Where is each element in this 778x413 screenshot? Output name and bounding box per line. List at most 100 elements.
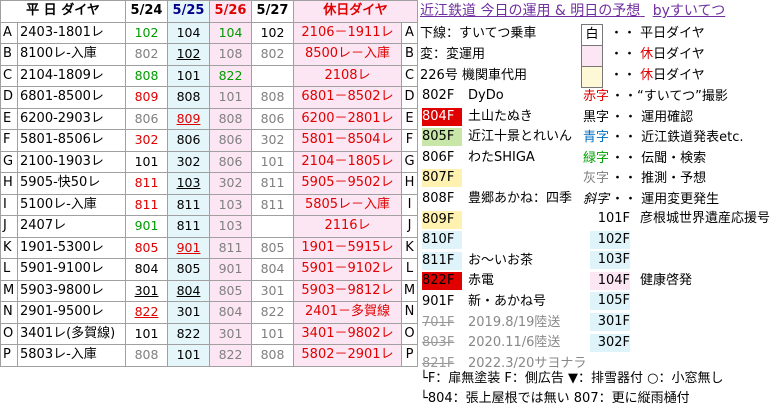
day4-cell: 808 [251, 86, 294, 109]
holiday-cell: 6801－8502レ [293, 86, 402, 109]
day3-cell: 806 [209, 129, 252, 152]
car-name: 新・あかね号 [468, 294, 547, 309]
day2-cell: 101 [167, 344, 210, 367]
color-legend-word: 青字 [583, 130, 610, 146]
legend-holiday-1-red: 休 [640, 47, 654, 62]
day3-cell: 104 [209, 21, 252, 44]
letter-cell: H [0, 172, 18, 195]
page-title: 近江鉄道 今日の運用 & 明日の予想 byすいてつ [420, 3, 725, 19]
day1-cell: 808 [125, 344, 168, 367]
day1-cell: 102 [125, 21, 168, 44]
letter-right-cell: O [401, 322, 418, 345]
train-cell: 1901-5300レ [17, 236, 126, 259]
letter-cell: E [0, 107, 18, 130]
legend-weekday: ・・ 平日ダイヤ [610, 26, 705, 41]
train-cell: 2901-9500レ [17, 301, 126, 324]
color-legend-word: 黒字 [583, 109, 610, 125]
day4-cell: 804 [251, 258, 294, 281]
car-number: 301F [590, 313, 630, 331]
day4-cell: 805 [251, 236, 294, 259]
train-cell: 8100レ-入庫 [17, 43, 126, 66]
day1-cell: 301 [125, 279, 168, 302]
day1-cell: 808 [125, 64, 168, 87]
holiday-cell: 3401－9802レ [293, 322, 402, 345]
day4-cell: 302 [251, 129, 294, 152]
day3-cell: 808 [209, 107, 252, 130]
legend-holiday-1-dots: ・・ [610, 47, 637, 62]
day1-cell: 805 [125, 236, 168, 259]
letter-right-cell: F [401, 129, 418, 152]
table-row: O 3401レ(多賀線) 101 822 301 101 3401－9802レ O [0, 322, 418, 345]
letter-right-cell: H [401, 172, 418, 195]
legend-change: 変：変運用 [420, 47, 486, 62]
holiday-cell: 2116レ [293, 215, 402, 238]
letter-right-cell: P [401, 344, 418, 367]
table-row: A 2403-1801レ 102 104 104 102 2106－1911レ A [0, 21, 418, 44]
letter-right-cell: L [401, 258, 418, 281]
day4-cell: 101 [251, 322, 294, 345]
day3-cell: 822 [209, 64, 252, 87]
day2-cell: 808 [167, 86, 210, 109]
header-row: 平 日 ダイヤ 5/24 5/25 5/26 5/27 休日ダイヤ [0, 0, 418, 23]
train-cell: 2407レ [17, 215, 126, 238]
day3-cell: 811 [209, 236, 252, 259]
letter-cell: M [0, 279, 18, 302]
table-row: L 5901-9100レ 804 805 901 804 5901－9102レ L [0, 258, 418, 281]
day1-cell: 802 [125, 43, 168, 66]
day2-cell: 102 [167, 43, 210, 66]
letter-right-cell: E [401, 107, 418, 130]
letter-cell: G [0, 150, 18, 173]
letter-right-cell: K [401, 236, 418, 259]
legend-holiday-1-text: 日ダイヤ [653, 47, 705, 62]
day3-cell: 302 [209, 172, 252, 195]
car-name: 近江十景とれいん [468, 129, 573, 145]
legend-holiday-2-text: 日ダイヤ [653, 68, 705, 83]
day2-cell: 806 [167, 129, 210, 152]
holiday-cell: 5802－2901レ [293, 344, 402, 367]
operations-table: 平 日 ダイヤ 5/24 5/25 5/26 5/27 休日ダイヤ A 2403-… [0, 0, 418, 367]
train-cell: 5901-9100レ [17, 258, 126, 281]
legend-holiday-1: ・・ 休日ダイヤ [610, 47, 705, 63]
letter-right-cell: B [401, 43, 418, 66]
day2-cell: 901 [167, 236, 210, 259]
holiday-cell: 2104－1805レ [293, 150, 402, 173]
color-legend-word: 赤字 [583, 89, 610, 104]
table-row: P 5803レ-入庫 808 101 822 808 5802－2901レ P [0, 344, 418, 367]
day3-cell: 804 [209, 301, 252, 324]
day2-cell: 822 [167, 322, 210, 345]
holiday-cell: 6200－2801レ [293, 107, 402, 130]
day4-cell [251, 215, 294, 238]
letter-cell: C [0, 64, 18, 87]
day4-cell: 808 [251, 344, 294, 367]
car-number: 809F [422, 210, 462, 229]
car-name: 彦根城世界遺産応援号 [640, 211, 771, 226]
train-cell: 5905-快50レ [17, 172, 126, 195]
operations-sheet: 平 日 ダイヤ 5/24 5/25 5/26 5/27 休日ダイヤ A 2403-… [0, 0, 778, 413]
table-row: E 6200-2903レ 806 809 808 806 6200－2801レ E [0, 107, 418, 130]
letter-cell: O [0, 322, 18, 345]
car-number: 901F [422, 294, 455, 309]
table-row: G 2100-1903レ 101 302 806 101 2104－1805レ G [0, 150, 418, 173]
weekday-header: 平 日 ダイヤ [0, 0, 126, 23]
car-number: 811F [422, 251, 462, 270]
weekday-swatch: 白 [581, 24, 603, 46]
color-legend-word: 緑字 [583, 150, 610, 166]
legend-holiday-2-red: 休 [640, 68, 654, 83]
color-legend-desc: ・・ 伝聞・検索 [611, 150, 707, 166]
train-cell: 2403-1801レ [17, 21, 126, 44]
color-legend-desc: ・・ 近江鉄道発表etc. [611, 130, 744, 146]
train-cell: 5803レ-入庫 [17, 344, 126, 367]
car-number: 101F [597, 211, 630, 226]
table-row: F 5801-8506レ 302 806 806 302 5801－8504レ F [0, 129, 418, 152]
letter-cell: P [0, 344, 18, 367]
day4-cell: 102 [251, 21, 294, 44]
letter-cell: D [0, 86, 18, 109]
day3-cell: 822 [209, 344, 252, 367]
letter-right-cell: A [401, 21, 418, 44]
day1-cell: 809 [125, 86, 168, 109]
letter-right-cell: C [401, 64, 418, 87]
train-cell: 3401レ(多賀線) [17, 322, 126, 345]
legend-holiday-2-dots: ・・ [610, 68, 637, 83]
day2-cell: 302 [167, 150, 210, 173]
car-number: 804F [422, 107, 462, 126]
